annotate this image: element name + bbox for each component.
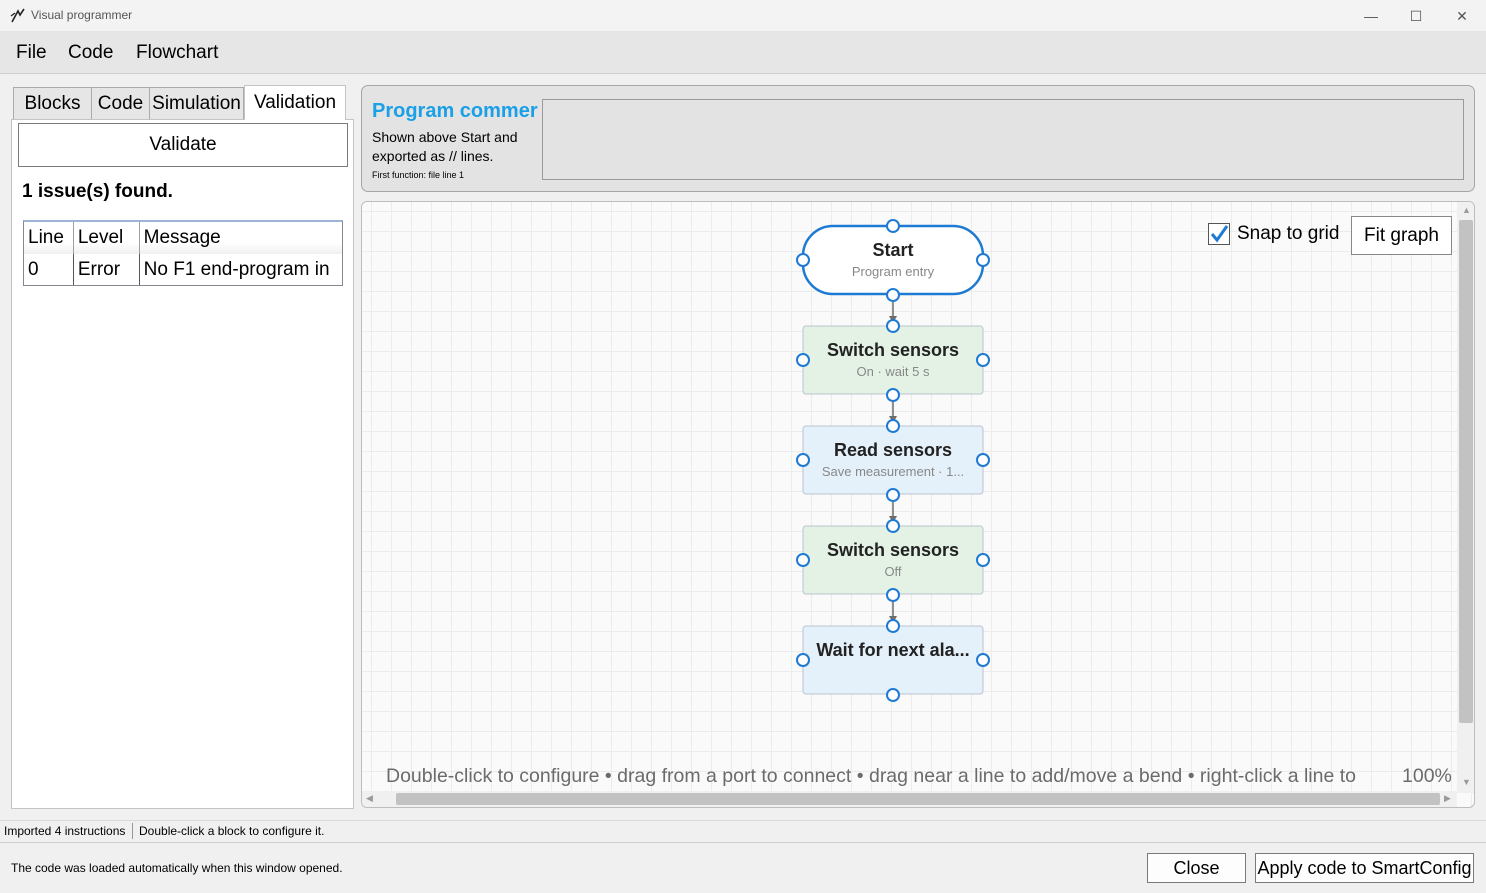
minimize-button[interactable]: — [1348, 0, 1394, 32]
snap-to-grid-checkbox[interactable]: Snap to grid [1208, 223, 1339, 245]
cell-level: Error [74, 254, 140, 285]
cell-message: No F1 end-program in [143, 259, 330, 280]
node-title: Switch sensors [827, 340, 959, 360]
flow-node-green[interactable]: Switch sensors On · wait 5 s [796, 319, 990, 402]
close-button[interactable]: Close [1147, 853, 1246, 883]
table-row[interactable]: 0 Error No F1 end-program in [24, 254, 342, 285]
flow-node-blue[interactable]: Wait for next ala... [796, 619, 990, 702]
app-icon [10, 8, 25, 23]
menu-code[interactable]: Code [68, 42, 113, 64]
cell-line: 0 [24, 254, 74, 285]
connection-port[interactable] [886, 488, 900, 502]
node-subtitle: Save measurement · 1... [822, 464, 964, 479]
column-header-message[interactable]: Message [140, 222, 342, 254]
flow-node-blue[interactable]: Read sensors Save measurement · 1... [796, 419, 990, 502]
column-header-line[interactable]: Line [24, 222, 74, 254]
left-panel: Blocks Code Simulation Validation Valida… [11, 85, 354, 809]
vertical-scrollbar[interactable]: ▲ ▼ [1457, 202, 1474, 793]
column-header-level[interactable]: Level [74, 222, 140, 254]
flow-node-green[interactable]: Switch sensors Off [796, 519, 990, 602]
program-comment-title: Program commer [372, 100, 538, 122]
flowchart-graph: Start Program entry Switch sensors On · wai… [796, 219, 990, 702]
scroll-down-arrow-icon[interactable]: ▼ [1462, 777, 1471, 787]
connection-port[interactable] [976, 253, 990, 267]
checkbox-box[interactable] [1208, 223, 1230, 245]
connection-port[interactable] [976, 353, 990, 367]
connection-port[interactable] [886, 288, 900, 302]
menu-flowchart[interactable]: Flowchart [136, 42, 218, 64]
program-comment-description: Shown above Start and exported as // lin… [372, 129, 518, 164]
maximize-button[interactable]: ☐ [1393, 0, 1439, 32]
node-box[interactable] [802, 525, 984, 595]
node-box[interactable] [802, 625, 984, 695]
first-function-label: First function: file line 1 [372, 170, 465, 180]
tab-blocks[interactable]: Blocks [13, 87, 92, 119]
table-header-row: Line Level Message [24, 222, 342, 254]
menu-bar: File Code Flowchart [0, 32, 1486, 74]
node-subtitle: Program entry [852, 264, 935, 279]
scroll-left-arrow-icon[interactable]: ◀ [366, 793, 373, 804]
issues-summary: 1 issue(s) found. [22, 181, 173, 202]
validation-tab-content: Validate 1 issue(s) found. Line Level Me… [11, 119, 354, 809]
scroll-right-arrow-icon[interactable]: ▶ [1444, 793, 1451, 804]
apply-code-button[interactable]: Apply code to SmartConfig [1255, 853, 1474, 883]
connection-port[interactable] [796, 553, 810, 567]
footer-message: The code was loaded automatically when t… [11, 861, 343, 875]
tab-code[interactable]: Code [91, 87, 150, 119]
status-separator [132, 823, 133, 839]
node-subtitle: On · wait 5 s [857, 364, 930, 379]
node-title: Start [872, 240, 913, 260]
issues-table: Line Level Message 0 Error No F1 end-pro… [23, 220, 343, 286]
connection-port[interactable] [976, 653, 990, 667]
connection-port[interactable] [886, 619, 900, 633]
connection-port[interactable] [886, 388, 900, 402]
validate-button[interactable]: Validate [18, 123, 348, 167]
connection-port[interactable] [796, 653, 810, 667]
close-window-button[interactable]: ✕ [1439, 0, 1485, 32]
node-title: Read sensors [834, 440, 952, 460]
window-title: Visual programmer [31, 8, 133, 22]
node-box[interactable] [802, 425, 984, 495]
tab-simulation[interactable]: Simulation [149, 87, 244, 119]
node-box[interactable] [802, 325, 984, 395]
snap-to-grid-label: Snap to grid [1237, 223, 1340, 244]
tab-validation[interactable]: Validation [244, 85, 346, 120]
checkmark-icon [1210, 225, 1229, 243]
connection-port[interactable] [886, 319, 900, 333]
footer: The code was loaded automatically when t… [0, 842, 1486, 893]
connection-port[interactable] [796, 453, 810, 467]
vertical-scroll-thumb[interactable] [1459, 220, 1473, 723]
program-comment-panel: Program commer Shown above Start and exp… [361, 85, 1475, 192]
connection-port[interactable] [976, 453, 990, 467]
node-title: Switch sensors [827, 540, 959, 560]
status-import: Imported 4 instructions [4, 824, 126, 838]
fit-graph-button[interactable]: Fit graph [1351, 216, 1452, 255]
connection-port[interactable] [796, 353, 810, 367]
connection-port[interactable] [886, 519, 900, 533]
scroll-up-arrow-icon[interactable]: ▲ [1462, 205, 1471, 215]
connection-port[interactable] [886, 588, 900, 602]
menu-file[interactable]: File [16, 42, 47, 64]
node-box[interactable] [801, 224, 985, 296]
connection-port[interactable] [886, 419, 900, 433]
node-title: Wait for next ala... [816, 640, 969, 660]
status-bar: Imported 4 instructions Double-click a b… [0, 820, 1486, 842]
connection-port[interactable] [976, 553, 990, 567]
connection-port[interactable] [886, 688, 900, 702]
node-subtitle: Off [884, 564, 901, 579]
title-bar: Visual programmer — ☐ ✕ [0, 0, 1486, 32]
flowchart-canvas[interactable]: Start Program entry Switch sensors On · wai… [361, 201, 1475, 808]
zoom-level: 100% [1402, 765, 1452, 787]
program-comment-input[interactable] [542, 99, 1464, 180]
flow-node-start[interactable]: Start Program entry [796, 219, 990, 302]
horizontal-scrollbar[interactable]: ◀ ▶ [362, 791, 1457, 807]
canvas-hint: Double-click to configure • drag from a … [386, 765, 1356, 787]
connection-port[interactable] [886, 219, 900, 233]
connection-port[interactable] [796, 253, 810, 267]
status-hint: Double-click a block to configure it. [139, 824, 325, 838]
horizontal-scroll-thumb[interactable] [396, 793, 1440, 805]
